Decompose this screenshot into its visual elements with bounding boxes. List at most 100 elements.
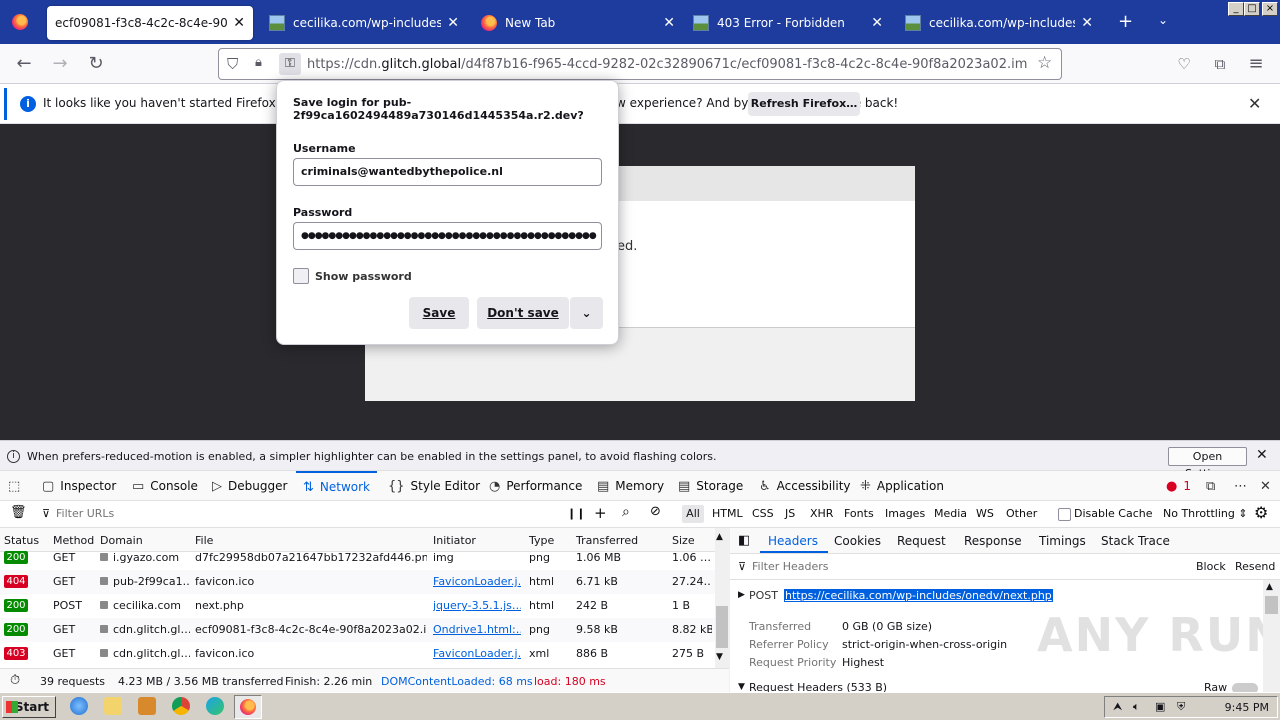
tab-1[interactable]: cecilika.com/wp-includes/onedv/ ✕ [261, 6, 467, 40]
firefox-menu-icon[interactable] [12, 14, 28, 30]
tab-0[interactable]: ecf09081-f3c8-4c2c-8c4e-90f8a2023a02.ima… [47, 6, 253, 40]
search-icon[interactable]: ⌕ [622, 504, 630, 520]
username-field[interactable]: criminals@wantedbythepolice.nl [293, 158, 602, 186]
filter-images[interactable]: Images [885, 507, 925, 520]
error-count-badge[interactable]: ● 1 [1166, 471, 1191, 501]
reload-icon[interactable]: ↻ [84, 52, 108, 76]
tab-network[interactable]: ⇅ Network [296, 471, 378, 501]
save-button[interactable]: Save [409, 297, 469, 329]
detail-scrollbar[interactable]: ▲ [1263, 580, 1280, 692]
open-settings-button[interactable]: Open Settings [1168, 447, 1247, 480]
close-tab-icon[interactable]: ✕ [1081, 15, 1093, 31]
chevron-down-icon[interactable]: ⌄ [570, 297, 603, 329]
menu-icon[interactable]: ≡ [1244, 52, 1268, 76]
element-picker-icon[interactable]: ⬚ [8, 471, 26, 501]
filter-all[interactable]: All [682, 505, 704, 523]
close-tab-icon[interactable]: ✕ [233, 15, 245, 31]
filter-xhr[interactable]: XHR [810, 507, 833, 520]
tab-cookies[interactable]: Cookies [834, 534, 881, 548]
key-icon[interactable]: ⚿ [279, 53, 301, 75]
scrollbar-thumb[interactable] [716, 606, 728, 648]
ie-icon[interactable] [70, 697, 88, 715]
media-player-icon[interactable] [138, 697, 156, 715]
filter-headers-input[interactable]: Filter Headers [752, 560, 829, 573]
table-row[interactable]: 200 GET i.gyazo.com d7fc29958db07a21647bb17… [0, 546, 715, 570]
tab-3[interactable]: 403 Error - Forbidden ✕ [685, 6, 891, 40]
back-icon[interactable]: ← [12, 52, 36, 76]
toggle-sidebar-icon[interactable]: ◧ [738, 533, 750, 548]
maximize-button[interactable]: □ [1244, 2, 1260, 16]
table-row[interactable]: 404 GET pub-2f99ca1… favicon.ico FaviconLoad… [0, 570, 715, 594]
minimize-button[interactable]: _ [1228, 2, 1244, 16]
cell-initiator[interactable]: Ondrive1.html:… [433, 623, 521, 636]
show-password-checkbox[interactable] [293, 268, 309, 284]
new-tab-icon[interactable]: + [1118, 11, 1133, 32]
table-row[interactable]: 200 POST cecilika.com next.php jquery-3.5.1.… [0, 594, 715, 618]
block-button[interactable]: Block [1196, 560, 1226, 573]
close-tab-icon[interactable]: ✕ [663, 15, 675, 31]
tab-request[interactable]: Request [897, 534, 946, 548]
taskbar-firefox-button[interactable] [234, 695, 262, 719]
tab-timings[interactable]: Timings [1039, 534, 1086, 548]
start-button[interactable]: Start [2, 696, 56, 718]
tab-headers[interactable]: Headers [768, 534, 818, 548]
throttling-select[interactable]: No Throttling ⇕ [1163, 507, 1248, 520]
settings-gear-icon[interactable]: ⚙ [1254, 503, 1268, 522]
filter-ws[interactable]: WS [976, 507, 994, 520]
password-field[interactable]: ●●●●●●●●●●●●●●●●●●●●●●●●●●●●●●●●●●●●●●●●… [293, 222, 602, 250]
shield-icon[interactable]: ⛉ [227, 55, 238, 73]
tab-memory[interactable]: ▤ Memory [597, 471, 664, 501]
disable-cache-checkbox[interactable] [1058, 508, 1071, 521]
tab-application[interactable]: ⁜ Application [860, 471, 944, 501]
volume-icon[interactable]: 🔈︎ [1133, 700, 1140, 714]
bookmark-star-icon[interactable]: ☆ [1037, 53, 1052, 73]
explorer-icon[interactable] [104, 697, 122, 715]
block-icon[interactable]: ⊘ [650, 504, 661, 519]
resend-button[interactable]: Resend [1235, 560, 1275, 573]
tab-response[interactable]: Response [964, 534, 1022, 548]
forward-icon[interactable]: → [48, 52, 72, 76]
tab-4[interactable]: cecilika.com/wp-includes/onedv/ ✕ [897, 6, 1101, 40]
network-tray-icon[interactable]: ▣ [1155, 700, 1165, 713]
filter-urls-input[interactable]: Filter URLs [56, 507, 114, 520]
trash-icon[interactable]: 🗑︎ [10, 505, 27, 520]
cell-initiator[interactable]: img [433, 551, 521, 564]
tab-storage[interactable]: ▤ Storage [678, 471, 743, 501]
pocket-icon[interactable]: ♡ [1172, 52, 1196, 76]
filter-html[interactable]: HTML [712, 507, 743, 520]
list-tabs-icon[interactable]: ⌄ [1158, 13, 1168, 27]
more-options-icon[interactable]: ⋯ [1234, 471, 1253, 501]
tab-performance[interactable]: ◔ Performance [489, 471, 582, 501]
tray-arrow-icon[interactable]: ⮝ [1113, 700, 1122, 714]
close-notice-icon[interactable]: ✕ [1256, 447, 1268, 463]
tab-accessibility[interactable]: ♿︎ Accessibility [759, 471, 851, 501]
request-list-scrollbar[interactable]: ▲ ▼ [715, 528, 729, 668]
close-notification-icon[interactable]: ✕ [1248, 94, 1261, 113]
close-tab-icon[interactable]: ✕ [871, 15, 883, 31]
post-url-link[interactable]: https://cecilika.com/wp-includes/onedv/n… [784, 589, 1053, 602]
tab-inspector[interactable]: ▢ Inspector [42, 471, 116, 501]
filter-other[interactable]: Other [1006, 507, 1037, 520]
filter-fonts[interactable]: Fonts [844, 507, 874, 520]
expand-arrow-icon[interactable]: ▶ [738, 590, 745, 600]
tab-2[interactable]: New Tab ✕ [473, 6, 683, 40]
collapse-arrow-icon[interactable]: ▼ [738, 682, 745, 692]
security-tray-icon[interactable]: ⛨ [1177, 700, 1185, 714]
tab-stack-trace[interactable]: Stack Trace [1101, 534, 1170, 548]
filter-media[interactable]: Media [934, 507, 967, 520]
extensions-icon[interactable]: ⧉ [1208, 52, 1232, 76]
close-tab-icon[interactable]: ✕ [447, 15, 459, 31]
url-bar[interactable]: ⛉ 🔒︎ ⚿ https://cdn.glitch.global/d4f87b1… [218, 48, 1062, 80]
dont-save-button[interactable]: Don't save [477, 297, 569, 329]
close-window-button[interactable]: × [1262, 2, 1278, 16]
chrome-icon[interactable] [172, 697, 190, 715]
close-devtools-icon[interactable]: ✕ [1260, 471, 1277, 501]
cell-initiator[interactable]: jquery-3.5.1.js… [433, 599, 521, 612]
tab-console[interactable]: ▭ Console [132, 471, 198, 501]
refresh-firefox-button[interactable]: Refresh Firefox… [748, 92, 860, 116]
lock-icon[interactable]: 🔒︎ [255, 55, 262, 70]
tab-style-editor[interactable]: {} Style Editor [388, 471, 480, 501]
tab-debugger[interactable]: ▷ Debugger [212, 471, 287, 501]
edge-icon[interactable] [206, 697, 224, 715]
add-icon[interactable]: + [594, 504, 607, 522]
